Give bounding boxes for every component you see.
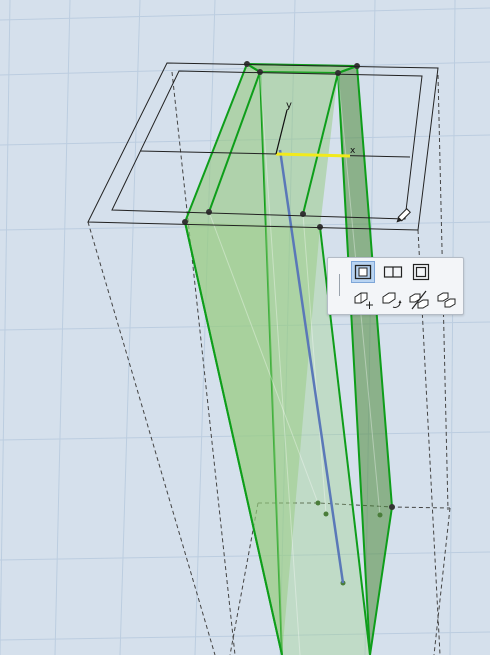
multiply-icon[interactable] — [435, 289, 459, 311]
mirror-icon[interactable] — [407, 289, 431, 311]
offset-both-sides-icon[interactable] — [351, 261, 375, 283]
pencil-cursor-icon — [396, 208, 411, 223]
x-axis-highlight — [275, 152, 351, 158]
vertical-line-icon[interactable] — [339, 274, 340, 296]
offset-outline-icon[interactable] — [409, 261, 433, 283]
offset-one-side-icon[interactable] — [381, 261, 405, 283]
x-axis-label: x — [350, 146, 356, 156]
rotate-icon[interactable] — [379, 289, 403, 311]
pet-palette — [327, 257, 464, 315]
wall-element[interactable] — [182, 61, 395, 655]
y-axis-label: y — [286, 100, 292, 111]
3d-viewport[interactable]: y x — [0, 0, 490, 655]
move-icon[interactable] — [351, 289, 375, 311]
